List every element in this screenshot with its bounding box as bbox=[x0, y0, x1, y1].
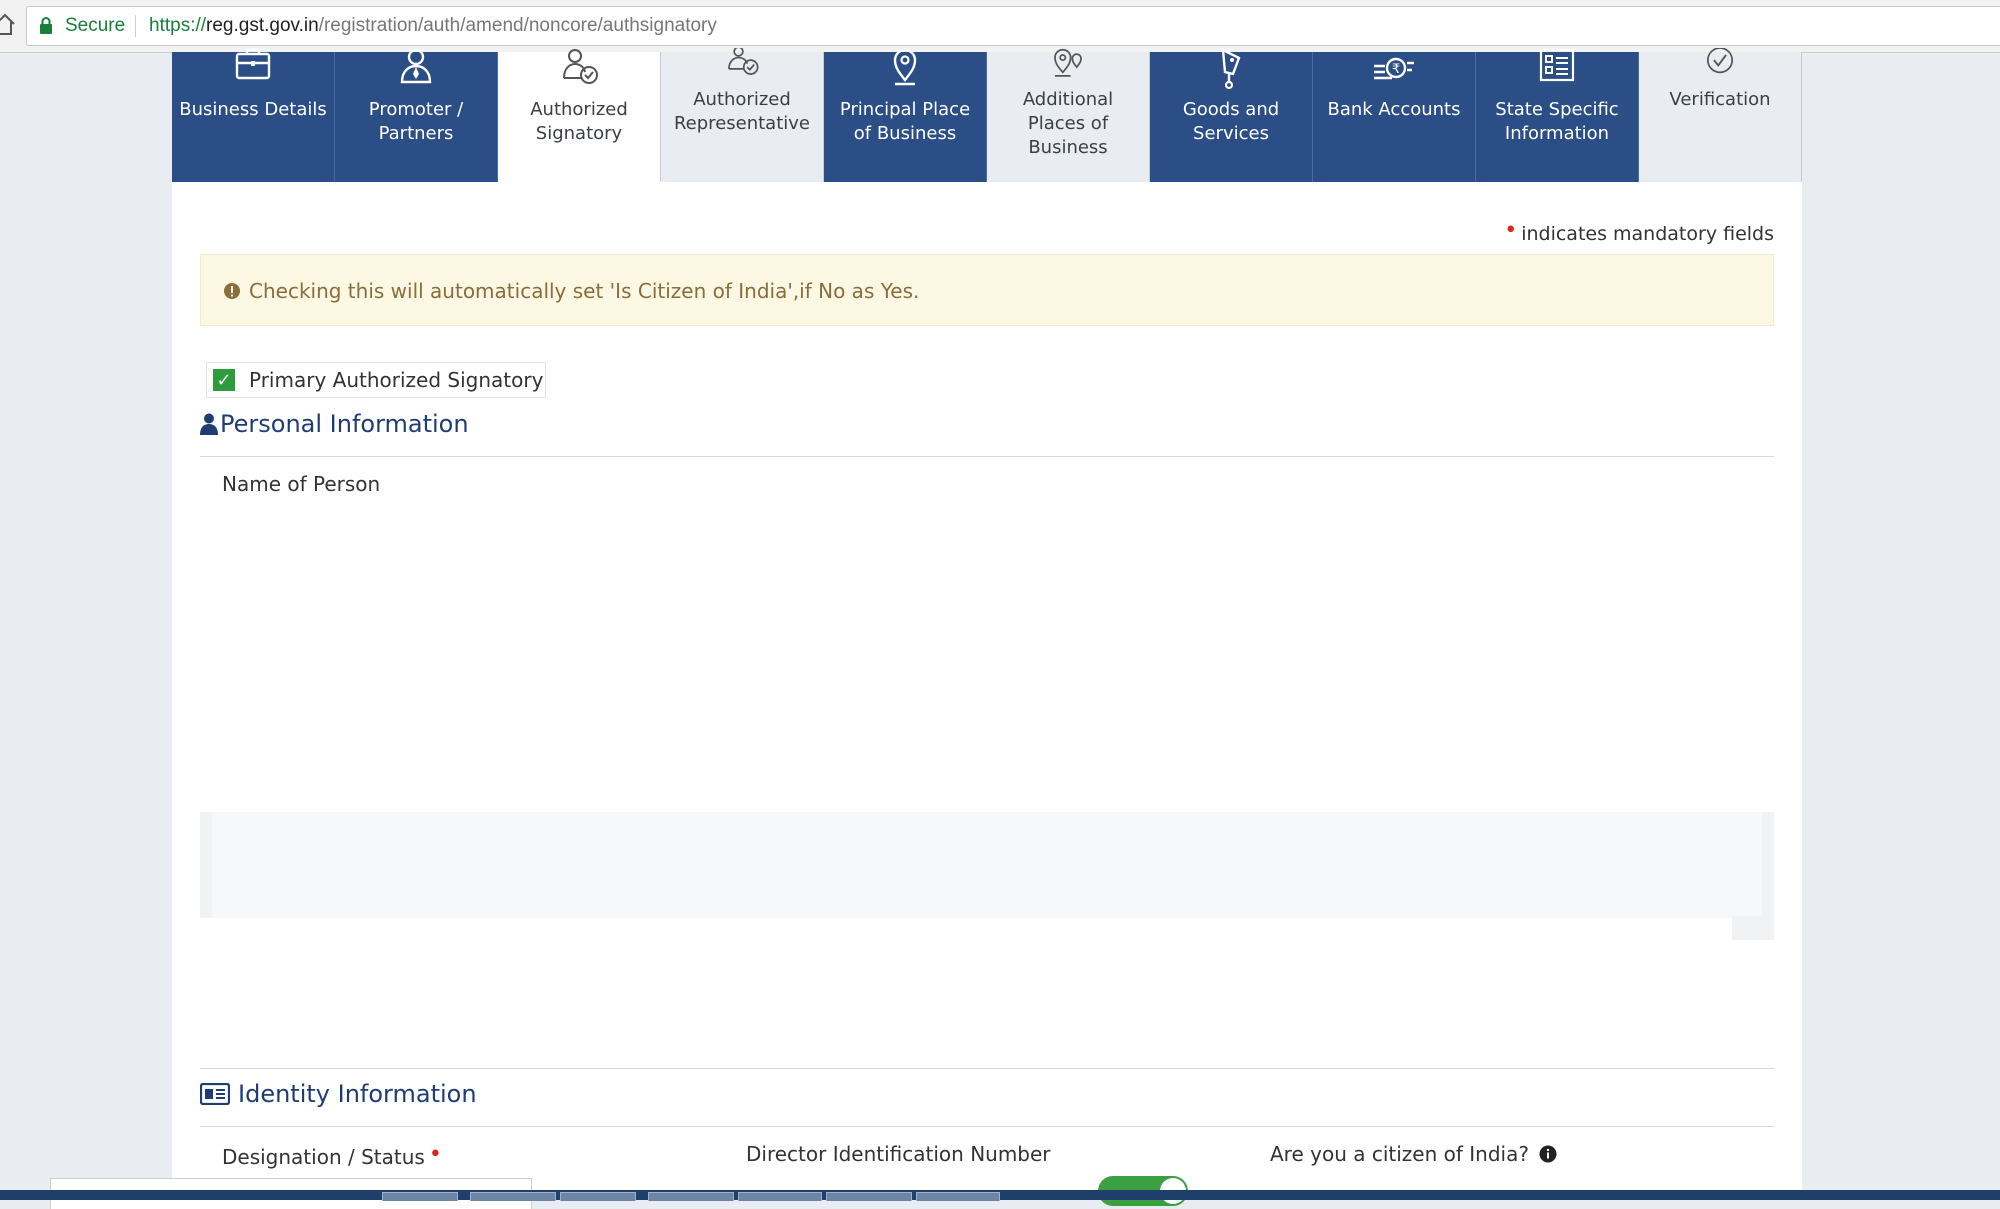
map-pins-icon bbox=[1054, 48, 1082, 77]
citizen-label-text: Are you a citizen of India? bbox=[1270, 1142, 1529, 1166]
checkbox-label: Primary Authorized Signatory bbox=[249, 368, 544, 392]
tab-label: Authorized Representative bbox=[673, 89, 810, 134]
info-banner-text: Checking this will automatically set 'Is… bbox=[249, 279, 920, 303]
scroll-handle[interactable] bbox=[1732, 916, 1774, 940]
section-title: Personal Information bbox=[220, 410, 469, 438]
tab-principal-place-of-business[interactable]: Principal Place of Business bbox=[824, 48, 987, 182]
tab-verification[interactable]: Verification bbox=[1639, 48, 1802, 182]
lock-icon bbox=[40, 17, 52, 34]
registration-step-tabs: Business Details Promoter / Partners Aut… bbox=[172, 48, 1802, 182]
tab-label: Promoter / Partners bbox=[368, 99, 464, 144]
tab-promoter-partners[interactable]: Promoter / Partners bbox=[335, 48, 498, 182]
id-card-icon bbox=[200, 1083, 230, 1105]
svg-text:₹: ₹ bbox=[1392, 62, 1400, 77]
din-label: Director Identification Number bbox=[746, 1142, 1051, 1166]
tag-icon bbox=[1221, 48, 1241, 90]
tab-authorized-representative[interactable]: Authorized Representative bbox=[661, 48, 824, 182]
rupee-coin-icon: ₹ bbox=[1374, 57, 1414, 80]
user-icon bbox=[200, 413, 218, 435]
tab-additional-places-of-business[interactable]: Additional Places of Business bbox=[987, 48, 1150, 182]
tab-label: Authorized Signatory bbox=[530, 99, 628, 144]
tab-authorized-signatory[interactable]: Authorized Signatory bbox=[498, 49, 661, 182]
primary-authorized-signatory-checkbox[interactable]: ✓ Primary Authorized Signatory bbox=[206, 362, 547, 398]
url-path: /registration/auth/amend/noncore/authsig… bbox=[318, 15, 717, 36]
tab-state-specific-information[interactable]: State Specific Information bbox=[1476, 48, 1639, 182]
url-protocol: https:// bbox=[149, 15, 207, 36]
briefcase-icon bbox=[235, 48, 271, 80]
map-pin-icon bbox=[893, 48, 917, 86]
info-banner: Checking this will automatically set 'Is… bbox=[200, 254, 1774, 326]
mandatory-dot-icon: • bbox=[1504, 218, 1518, 243]
person-check-icon bbox=[563, 49, 598, 84]
tab-label: Business Details bbox=[179, 99, 327, 120]
section-divider bbox=[200, 1068, 1774, 1069]
home-icon[interactable] bbox=[0, 12, 16, 36]
tab-bank-accounts[interactable]: ₹ Bank Accounts bbox=[1313, 52, 1476, 182]
faded-content-area bbox=[200, 812, 1774, 918]
section-title: Identity Information bbox=[238, 1080, 477, 1108]
browser-address-bar: Secure https://reg.gst.gov.in/registrati… bbox=[0, 0, 2000, 53]
info-circle-icon[interactable] bbox=[1539, 1145, 1557, 1163]
form-panel: • indicates mandatory fields Checking thi… bbox=[172, 182, 1802, 1200]
mandatory-note-text: indicates mandatory fields bbox=[1521, 223, 1774, 245]
tab-label: Additional Places of Business bbox=[1022, 89, 1114, 158]
tab-label: State Specific Information bbox=[1495, 99, 1619, 144]
exclamation-circle-icon bbox=[224, 283, 240, 299]
person-tie-icon bbox=[400, 48, 432, 84]
section-divider bbox=[200, 456, 1774, 457]
url-host: reg.gst.gov.in bbox=[206, 15, 319, 36]
tab-label: Verification bbox=[1669, 89, 1771, 110]
person-check-icon bbox=[728, 48, 759, 75]
list-icon bbox=[1539, 48, 1575, 82]
tab-label: Principal Place of Business bbox=[839, 99, 971, 144]
url-text[interactable]: https://reg.gst.gov.in/registration/auth… bbox=[149, 15, 717, 37]
section-divider bbox=[200, 1126, 1774, 1127]
citizen-label: Are you a citizen of India? bbox=[1270, 1142, 1557, 1166]
checkbox-checked-icon[interactable]: ✓ bbox=[213, 369, 235, 391]
designation-label: Designation / Status • bbox=[222, 1142, 446, 1169]
secure-label: Secure bbox=[65, 15, 126, 36]
identity-information-heading: Identity Information bbox=[200, 1080, 477, 1108]
url-field[interactable]: Secure https://reg.gst.gov.in/registrati… bbox=[26, 6, 2000, 46]
mandatory-dot-icon: • bbox=[428, 1142, 442, 1167]
tab-goods-and-services[interactable]: Goods and Services bbox=[1150, 48, 1313, 182]
check-circle-icon bbox=[1706, 48, 1734, 74]
os-taskbar bbox=[0, 1190, 2000, 1200]
mandatory-note: • indicates mandatory fields bbox=[1504, 218, 1774, 245]
tab-label: Goods and Services bbox=[1182, 99, 1280, 144]
designation-label-text: Designation / Status bbox=[222, 1145, 425, 1169]
name-of-person-label: Name of Person bbox=[222, 472, 381, 496]
personal-information-heading: Personal Information bbox=[200, 410, 469, 438]
tab-business-details[interactable]: Business Details bbox=[172, 48, 335, 182]
url-separator bbox=[135, 15, 136, 37]
tab-label: Bank Accounts bbox=[1327, 99, 1461, 120]
